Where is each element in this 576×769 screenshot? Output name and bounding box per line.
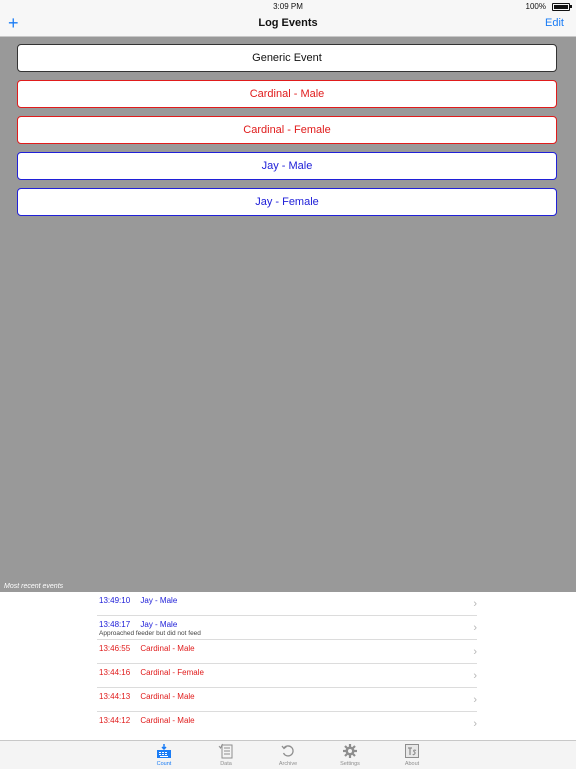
event-name: Jay - Male [140,620,178,629]
count-icon [157,744,171,758]
event-note: Approached feeder but did not feed [99,630,201,637]
archive-icon [281,745,294,757]
tab-bar: Count Data Archive Settings About [0,740,576,769]
about-ts-icon [405,744,419,758]
recent-event-row[interactable]: 13:49:10 Jay - Male › [97,592,477,616]
chevron-right-icon: › [473,694,477,706]
event-button-cardinal-female[interactable]: Cardinal - Female [17,116,557,144]
event-time: 13:44:16 [99,668,131,677]
event-name: Cardinal - Male [140,716,195,725]
recent-event-row[interactable]: 13:44:12 Cardinal - Male › [97,712,477,736]
tab-settings-label: Settings [340,761,360,767]
chevron-right-icon: › [473,646,477,658]
event-name: Cardinal - Female [140,668,204,677]
recent-event-row[interactable]: 13:48:17 Jay - Male Approached feeder bu… [97,616,477,640]
tab-count[interactable]: Count [144,743,184,767]
navigation-bar: + Log Events Edit [0,12,576,37]
chevron-right-icon: › [473,718,477,730]
event-time: 13:46:55 [99,644,131,653]
tab-about-label: About [404,761,420,767]
tab-settings[interactable]: Settings [330,743,370,767]
event-name: Cardinal - Male [140,644,195,653]
event-name: Jay - Male [140,596,178,605]
battery-tip-icon [570,5,572,8]
recent-event-row[interactable]: 13:46:55 Cardinal - Male › [97,640,477,664]
edit-button[interactable]: Edit [545,17,564,29]
tab-archive[interactable]: Archive [268,743,308,767]
recent-events-label: Most recent events [4,583,64,590]
event-button-jay-female[interactable]: Jay - Female [17,188,557,216]
event-time: 13:49:10 [99,596,131,605]
tab-about[interactable]: About [392,743,432,767]
event-time: 13:48:17 [99,620,131,629]
event-button-cardinal-male[interactable]: Cardinal - Male [17,80,557,108]
event-name: Cardinal - Male [140,692,195,701]
recent-events-list: 13:49:10 Jay - Male › 13:48:17 Jay - Mal… [0,592,576,740]
tab-data[interactable]: Data [206,743,246,767]
chevron-right-icon: › [473,622,477,634]
battery-icon [552,3,570,11]
event-time: 13:44:13 [99,692,131,701]
battery-percent: 100% [525,2,546,11]
event-time: 13:44:12 [99,716,131,725]
settings-gear-icon [343,744,357,758]
tab-count-label: Count [156,761,172,767]
chevron-right-icon: › [473,670,477,682]
status-time: 3:09 PM [273,2,303,11]
tab-archive-label: Archive [278,761,298,767]
data-icon [218,743,233,759]
event-button-jay-male[interactable]: Jay - Male [17,152,557,180]
chevron-right-icon: › [473,598,477,610]
recent-event-row[interactable]: 13:44:13 Cardinal - Male › [97,688,477,712]
page-title: Log Events [258,17,318,29]
tab-data-label: Data [220,761,232,767]
recent-event-row[interactable]: 13:44:16 Cardinal - Female › [97,664,477,688]
event-button-generic[interactable]: Generic Event [17,44,557,72]
status-bar: 3:09 PM 100% [0,0,576,12]
